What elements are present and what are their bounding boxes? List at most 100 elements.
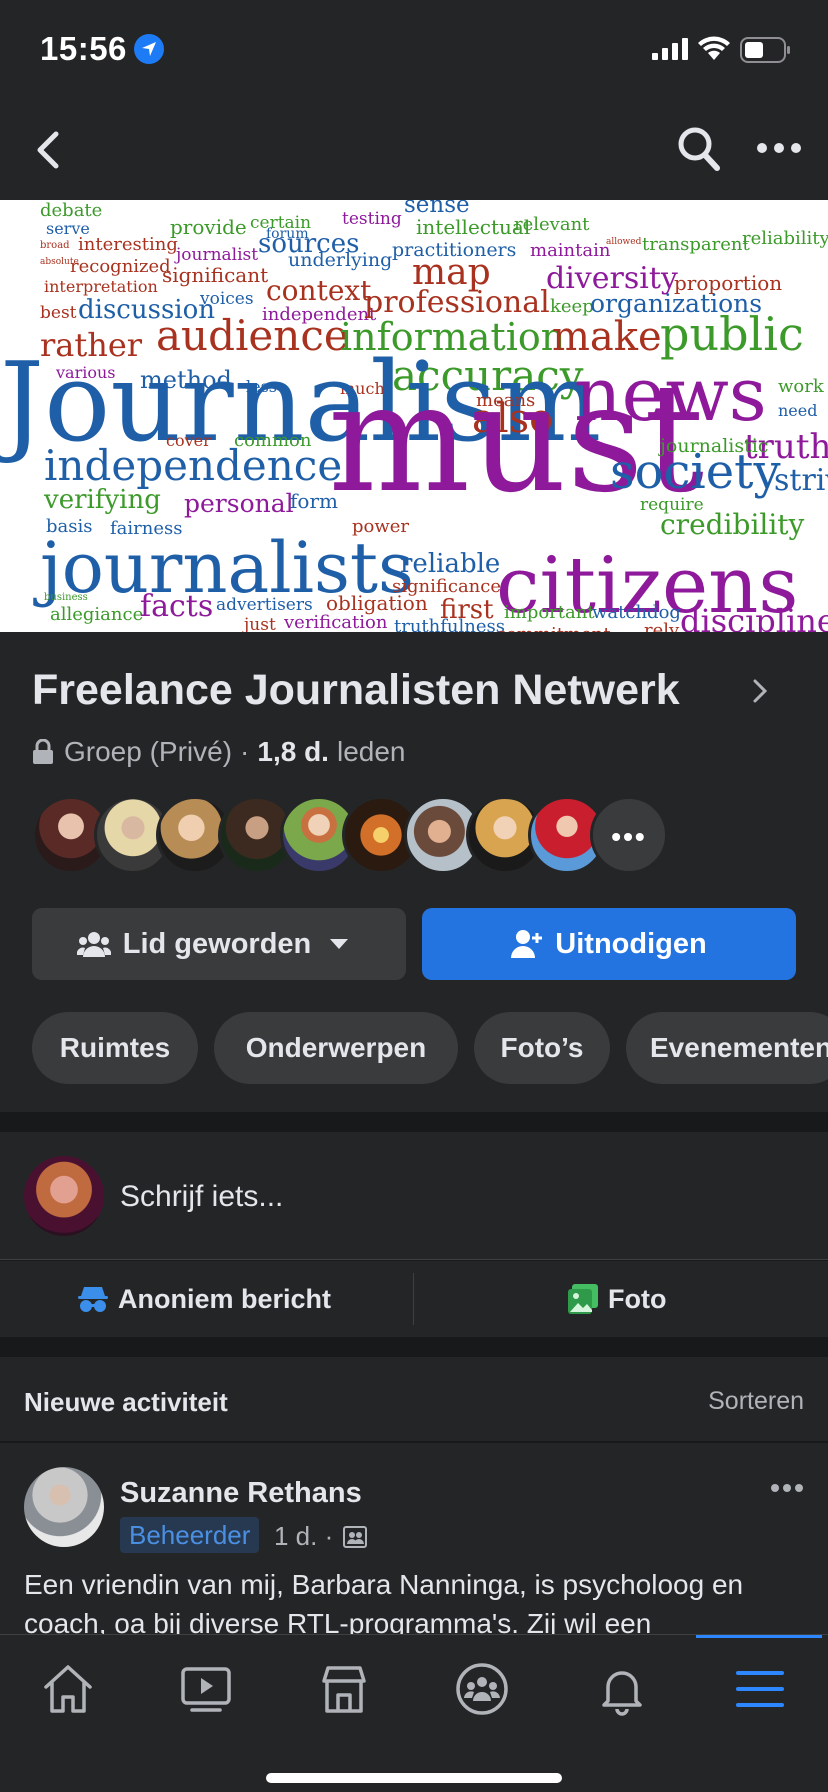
group-meta: Groep (Privé) · 1,8 d. leden (32, 736, 405, 768)
status-time: 15:56 (40, 30, 127, 67)
chip-spaces[interactable]: Ruimtes (32, 1012, 198, 1084)
feed-post: Suzanne Rethans Beheerder 1 d. · Een vri… (0, 1443, 828, 1643)
cloud-word: common (234, 430, 312, 451)
activity-header: Nieuwe activiteit Sorteren (0, 1357, 828, 1441)
write-something-input[interactable]: Schrijf iets... (120, 1180, 283, 1214)
member-label[interactable]: leden (337, 736, 406, 768)
group-privacy: Groep (Privé) (64, 736, 233, 767)
anonymous-post-button[interactable]: Anoniem bericht (78, 1261, 331, 1337)
post-text[interactable]: Een vriendin van mij, Barbara Nanninga, … (24, 1565, 804, 1643)
home-indicator (266, 1773, 562, 1783)
cloud-word: debate (40, 200, 102, 221)
active-tab-indicator (696, 1635, 822, 1638)
cloud-word: cover (166, 431, 211, 450)
meta-separator: · (240, 736, 250, 767)
cloud-word: important (504, 602, 595, 623)
word-cloud: debateservebroad interestingabsoluterecog… (0, 200, 828, 632)
groups-icon[interactable] (454, 1661, 510, 1717)
current-user-avatar[interactable] (24, 1156, 104, 1236)
lock-icon (33, 739, 53, 764)
group-info: Freelance Journalisten Netwerk Groep (Pr… (0, 632, 828, 1112)
group-name[interactable]: Freelance Journalisten Netwerk (32, 666, 680, 715)
anonymous-label: Anoniem bericht (118, 1283, 332, 1314)
joined-button[interactable]: Lid geworden (32, 908, 406, 980)
photo-button[interactable]: Foto (568, 1261, 666, 1337)
more-members-dots: ••• (611, 821, 647, 852)
cloud-word: form (290, 489, 338, 513)
cloud-word: testing (342, 209, 402, 229)
search-icon[interactable] (676, 124, 722, 174)
marketplace-icon[interactable] (316, 1661, 372, 1717)
top-nav-bar (0, 100, 828, 200)
cloud-word: credibility (660, 508, 805, 541)
home-icon[interactable] (40, 1661, 96, 1717)
member-count[interactable]: 1,8 d. (257, 736, 329, 768)
cloud-word: just (242, 615, 276, 632)
cloud-word: best (40, 303, 77, 323)
actions-divider (413, 1273, 414, 1325)
admin-badge: Beheerder (120, 1517, 260, 1553)
signal-icon (652, 38, 688, 60)
chip-topics[interactable]: Onderwerpen (214, 1012, 458, 1084)
anonymous-icon (78, 1287, 108, 1312)
sort-button[interactable]: Sorteren (708, 1387, 804, 1416)
cloud-word: rely (644, 620, 680, 632)
joined-label: Lid geworden (122, 927, 312, 960)
bottom-tab-bar (0, 1634, 828, 1792)
cloud-word: need (778, 401, 817, 420)
menu-icon[interactable] (732, 1661, 788, 1717)
cloud-word: recognized (70, 256, 171, 277)
cloud-word: journalistic (658, 435, 768, 457)
cloud-word: transparent (642, 234, 751, 255)
cloud-word: journalist (174, 245, 258, 265)
cloud-word: verification (283, 612, 388, 632)
more-icon[interactable] (756, 140, 802, 156)
group-members-audience-icon (343, 1525, 368, 1548)
group-cover-image[interactable]: debate serve broad interesting absolute recog… (0, 200, 828, 632)
chip-photos[interactable]: Foto’s (474, 1012, 610, 1084)
post-author-avatar[interactable] (24, 1467, 104, 1547)
cloud-word: underlying (288, 249, 392, 271)
cloud-word: work (778, 376, 825, 397)
status-bar: 15:56 (0, 0, 828, 100)
post-author-name[interactable]: Suzanne Rethans (120, 1477, 362, 1510)
friends-icon (76, 932, 111, 957)
back-arrow-icon[interactable] (30, 128, 70, 172)
post-more-icon[interactable] (770, 1483, 804, 1493)
cloud-word: significant (162, 263, 268, 287)
cloud-word: reliable (400, 549, 500, 579)
new-activity-title: Nieuwe activiteit (24, 1387, 228, 1417)
cloud-word: interpretation (44, 277, 158, 296)
wifi-icon (698, 36, 730, 60)
cloud-word: relevant (514, 214, 590, 235)
photo-label: Foto (608, 1283, 667, 1314)
post-meta: 1 d. · (274, 1521, 368, 1552)
chevron-right-icon[interactable] (752, 678, 768, 704)
photo-icon (568, 1284, 598, 1314)
caret-down-icon (330, 939, 349, 949)
cloud-word: maintain (530, 240, 611, 261)
cloud-word: facts (140, 589, 213, 624)
post-time[interactable]: 1 d. · (274, 1521, 333, 1552)
more-members-avatar[interactable]: ••• (590, 796, 668, 874)
cloud-word: personal (184, 489, 294, 518)
chip-events[interactable]: Evenementen (626, 1012, 828, 1084)
add-person-icon (511, 930, 543, 958)
post-composer: Schrijf iets... (0, 1132, 828, 1260)
cloud-word: allegiance (50, 604, 143, 625)
cloud-word: broad (40, 240, 70, 251)
cloud-word: business (44, 592, 88, 603)
battery-icon (740, 37, 790, 63)
bell-icon[interactable] (594, 1661, 650, 1717)
cloud-word: discipline (680, 602, 828, 632)
cloud-word: truthfulness (394, 616, 505, 632)
video-icon[interactable] (178, 1661, 234, 1717)
cloud-word: voices (199, 289, 254, 309)
invite-button[interactable]: Uitnodigen (422, 908, 796, 980)
location-arrow-icon (134, 34, 164, 64)
cloud-word: reliability (742, 228, 828, 249)
composer-actions: Anoniem bericht Foto (0, 1261, 828, 1337)
cloud-word: verifying (43, 485, 161, 515)
cloud-word: interesting (78, 234, 178, 255)
cloud-word: allowed (606, 237, 642, 247)
